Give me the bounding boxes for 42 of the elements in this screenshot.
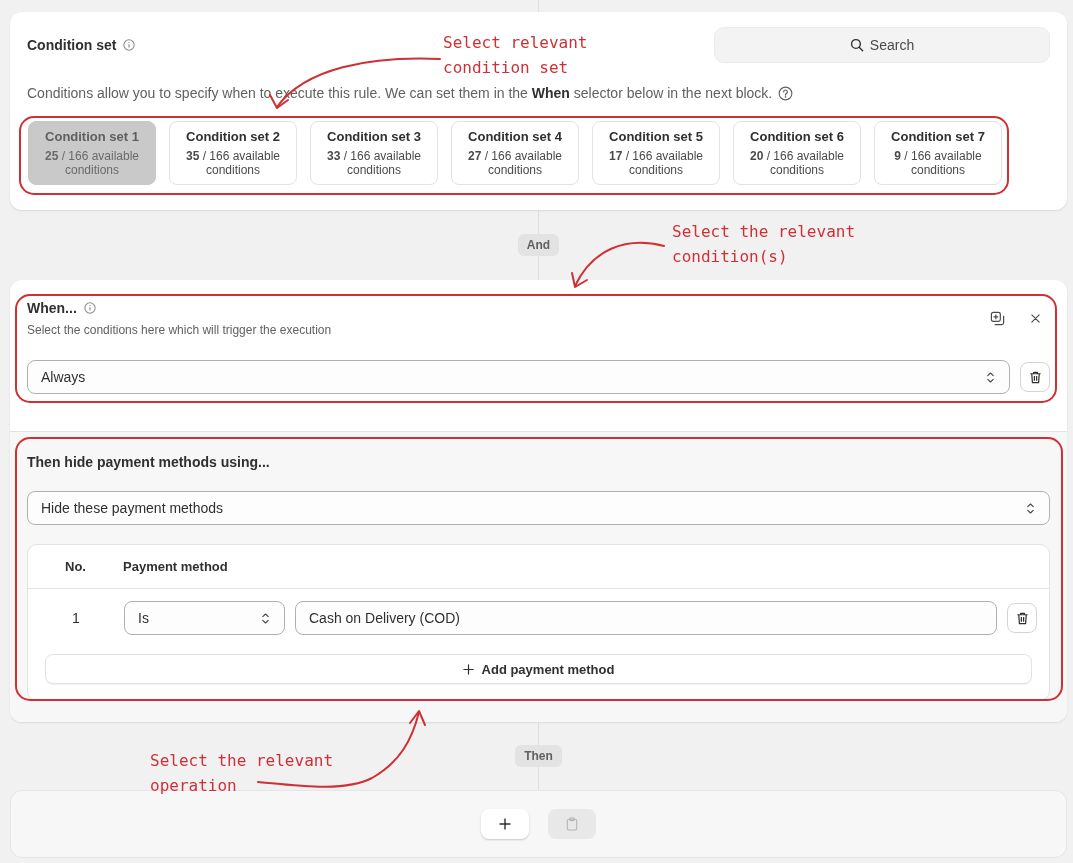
info-icon[interactable]: [123, 39, 136, 51]
then-title: Then hide payment methods using...: [27, 453, 271, 472]
condition-set-tab[interactable]: Condition set 6 20 / 166 available conditions: [733, 121, 861, 185]
condition-select[interactable]: Always: [27, 360, 1010, 394]
delete-button[interactable]: [1007, 603, 1037, 633]
trash-icon: [1014, 610, 1030, 626]
plus-icon: [499, 818, 511, 830]
chevron-up-down-icon: [1026, 501, 1035, 515]
delete-button[interactable]: [1020, 362, 1050, 392]
column-header: Payment method: [123, 559, 228, 574]
operation-select[interactable]: Hide these payment methods: [27, 491, 1050, 525]
when-subtitle: Select the conditions here which will trigger the execution: [27, 322, 332, 338]
trash-icon: [1027, 369, 1043, 385]
search-button[interactable]: Search: [714, 27, 1050, 63]
payment-method-field[interactable]: Cash on Delivery (COD): [295, 601, 997, 635]
add-payment-method-button[interactable]: Add payment method: [45, 654, 1032, 684]
when-title: When...: [27, 299, 77, 318]
condition-set-title: Condition set: [27, 36, 117, 55]
info-icon[interactable]: [83, 302, 96, 314]
duplicate-icon[interactable]: [990, 310, 1005, 326]
condition-set-tab[interactable]: Condition set 3 33 / 166 available conditions: [310, 121, 438, 185]
condition-set-tab[interactable]: Condition set 2 35 / 166 available conditions: [169, 121, 297, 185]
search-icon: [849, 38, 864, 52]
annotation-note: Select the relevant condition(s): [672, 221, 857, 268]
condition-set-tab[interactable]: Condition set 4 27 / 166 available conditions: [451, 121, 579, 185]
plus-icon: [462, 663, 474, 675]
row-number: 1: [71, 610, 81, 626]
and-connector-label: And: [517, 234, 560, 256]
close-icon[interactable]: [1029, 311, 1042, 325]
column-header: No.: [64, 559, 87, 574]
annotation-note: Select relevant condition set: [443, 32, 589, 79]
condition-set-tab[interactable]: Condition set 5 17 / 166 available conditions: [592, 121, 720, 185]
operator-select[interactable]: Is: [124, 601, 285, 635]
help-icon[interactable]: [778, 85, 794, 101]
chevron-up-down-icon: [986, 370, 995, 384]
clipboard-icon: [566, 817, 578, 831]
chevron-up-down-icon: [261, 611, 270, 625]
condition-set-tab[interactable]: Condition set 7 9 / 166 available conditions: [874, 121, 1002, 185]
then-connector-label: Then: [515, 745, 562, 767]
annotation-note: Select the relevant operation: [150, 750, 335, 797]
condition-set-tab[interactable]: Condition set 1 25 / 166 available conditions: [28, 121, 156, 185]
add-button[interactable]: [481, 809, 529, 839]
